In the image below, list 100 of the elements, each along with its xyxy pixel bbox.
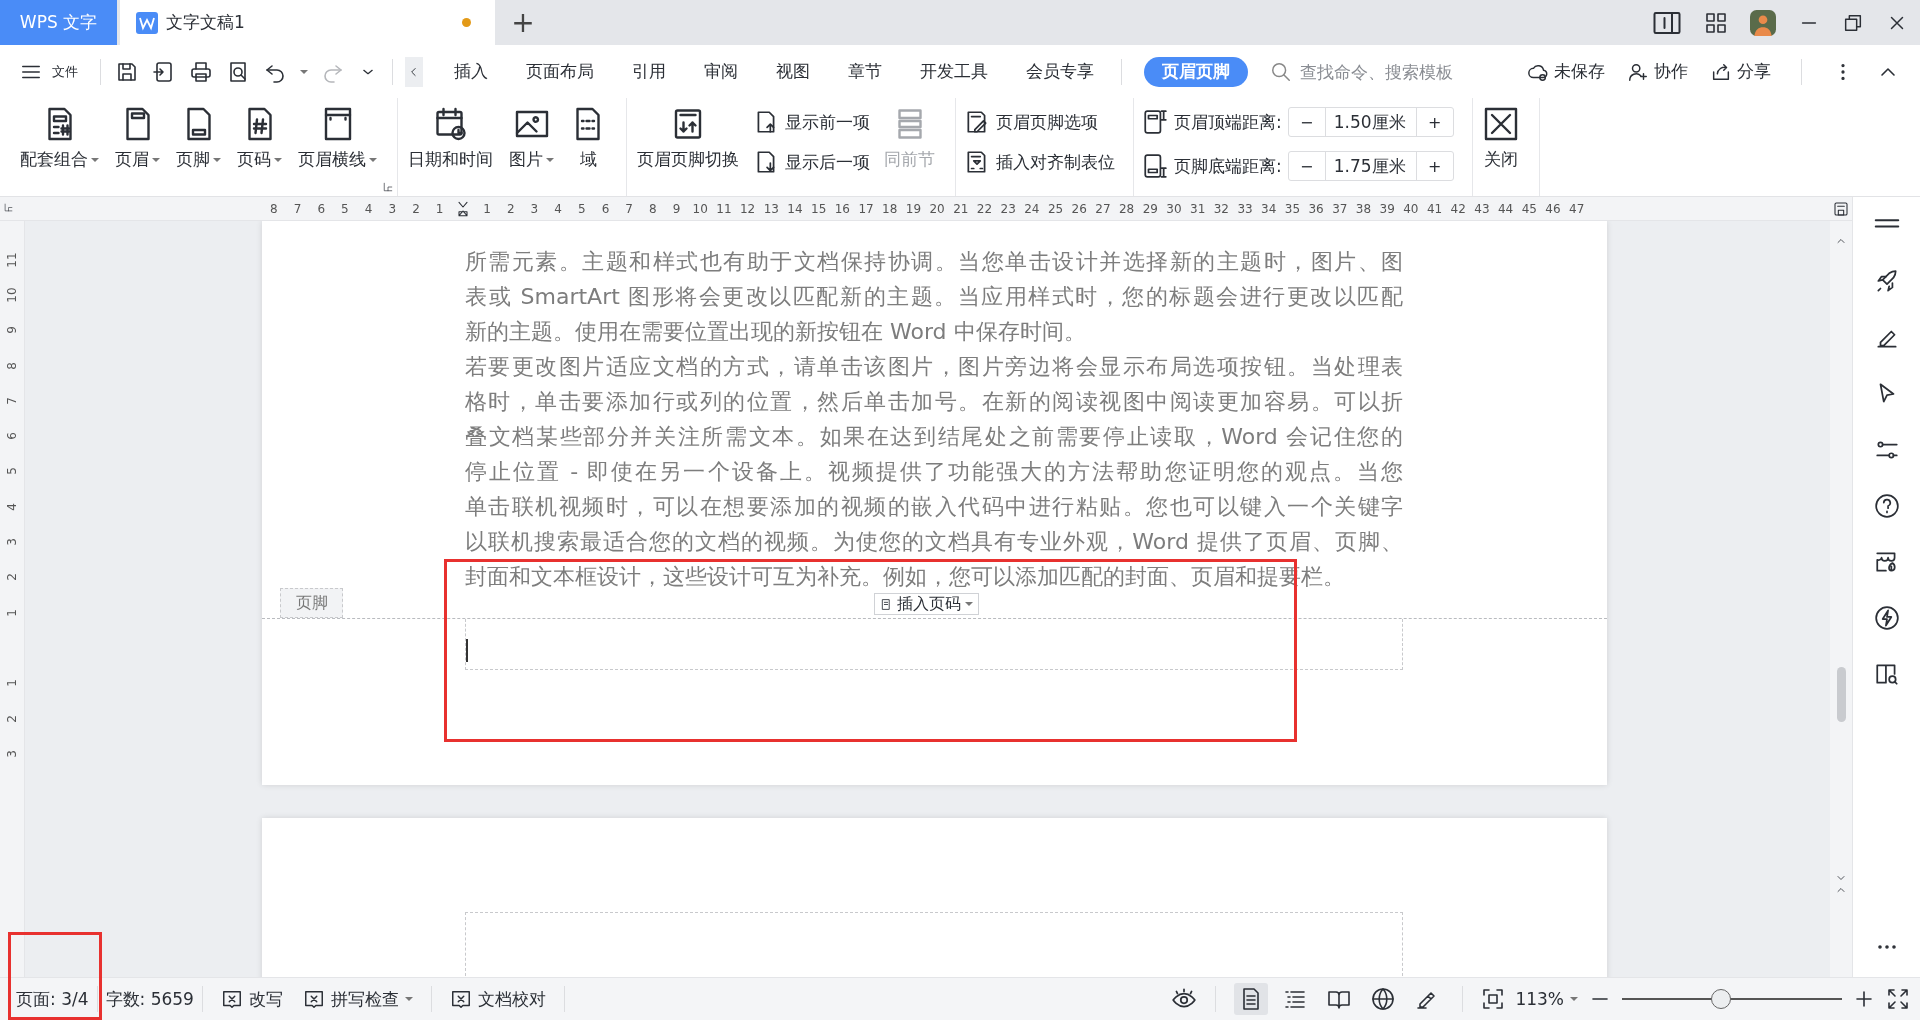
menu-tab[interactable]: 审阅 bbox=[685, 56, 757, 87]
spin-field[interactable]: − 1.50厘米 + bbox=[1287, 107, 1454, 137]
ruler-number: 6 bbox=[316, 201, 327, 216]
status-button[interactable]: 改写 bbox=[220, 987, 283, 1011]
ruler-number: 18 bbox=[881, 201, 899, 216]
ribbon-button[interactable]: 插入对齐制表位 bbox=[964, 146, 1115, 178]
spin-field[interactable]: − 1.75厘米 + bbox=[1287, 151, 1454, 181]
ribbon-button[interactable]: 配套组合 bbox=[14, 106, 105, 171]
split-view-icon[interactable] bbox=[1833, 200, 1849, 217]
help-icon[interactable] bbox=[1873, 493, 1900, 519]
menu-tab[interactable]: 引用 bbox=[613, 56, 685, 87]
ruler-number: 10 bbox=[691, 201, 709, 216]
ribbon-button[interactable]: 页眉 bbox=[109, 106, 166, 171]
ribbon-button[interactable]: 显示前一项 bbox=[753, 106, 870, 138]
ruler-number: 35 bbox=[1283, 201, 1302, 216]
ruler-number: 34 bbox=[1260, 201, 1278, 216]
toolbar-button[interactable]: 协作 bbox=[1627, 60, 1688, 83]
fit-page-icon[interactable] bbox=[1481, 987, 1506, 1011]
globe-icon bbox=[1371, 987, 1396, 1011]
value-field[interactable]: 1.50厘米 bbox=[1324, 108, 1417, 136]
caret-icon bbox=[213, 157, 221, 162]
ruler-number: 2 bbox=[411, 201, 421, 216]
decrement-button[interactable]: − bbox=[1288, 108, 1325, 136]
toolbar-button[interactable]: 分享 bbox=[1710, 60, 1771, 83]
ruler-number: 7 bbox=[292, 201, 303, 216]
file-menu[interactable]: 文件 bbox=[20, 60, 78, 83]
ruler-number: 6 bbox=[600, 201, 611, 216]
field-label: 页眉顶端距离: bbox=[1174, 110, 1282, 134]
close-icon bbox=[1482, 106, 1519, 142]
increment-button[interactable]: + bbox=[1416, 108, 1453, 136]
menu-tab[interactable]: 章节 bbox=[829, 56, 901, 87]
apps-icon[interactable] bbox=[1704, 10, 1728, 35]
ribbon-button[interactable]: 日期和时间 bbox=[402, 106, 499, 171]
ribbon-button[interactable]: 域 bbox=[564, 106, 612, 171]
scrollbar[interactable] bbox=[1830, 221, 1852, 977]
value-field[interactable]: 1.75厘米 bbox=[1324, 152, 1417, 180]
search-field[interactable]: 查找命令、搜索模板 bbox=[1270, 60, 1498, 83]
zoom-slider[interactable] bbox=[1622, 989, 1842, 1009]
reader-icon[interactable] bbox=[1873, 661, 1900, 687]
paragraph: 所需元素。主题和样式也有助于文档保持协调。当您单击设计并选择新的主题时，图片、图 表或 SmartArt 图形将会更改以匹配新的主题。当应用样式时，您的标题会进行更改以匹配 新的主题。使用在需要位置出现的新按钮在 Word 中保存时间。 bbox=[465, 248, 1403, 346]
ruler-number: 27 bbox=[1094, 201, 1112, 216]
ruler-number: 23 bbox=[999, 201, 1017, 216]
top-margin-icon bbox=[1142, 109, 1168, 135]
ruler-number: 31 bbox=[1189, 201, 1207, 216]
ribbon-button[interactable]: 显示后一项 bbox=[753, 146, 870, 178]
tab-stop-icon[interactable] bbox=[4, 203, 13, 212]
scroll-thumb[interactable] bbox=[1836, 667, 1846, 722]
ruler-number: 43 bbox=[1473, 201, 1491, 216]
ruler-number: 45 bbox=[1520, 201, 1538, 216]
bottom-margin-icon bbox=[1142, 153, 1168, 179]
status-button[interactable]: 拼写检查 bbox=[302, 987, 413, 1011]
ruler-number: 47 bbox=[1568, 201, 1586, 216]
ruler-number: 20 bbox=[928, 201, 946, 216]
text-cursor bbox=[466, 639, 468, 662]
caret-icon bbox=[1570, 997, 1578, 1001]
document-tab[interactable]: 文字文稿1 bbox=[120, 0, 495, 45]
ruler-number: 2 bbox=[5, 714, 19, 723]
caret-icon bbox=[300, 69, 308, 74]
menu-tab[interactable]: 开发工具 bbox=[901, 56, 1007, 87]
caret-icon bbox=[369, 157, 377, 162]
ruler-number: 26 bbox=[1070, 201, 1088, 216]
status-button[interactable]: 文档校对 bbox=[449, 987, 546, 1011]
ribbon-button[interactable]: 关闭 bbox=[1476, 106, 1525, 171]
ribbon-button[interactable]: 页眉页脚切换 bbox=[631, 106, 745, 171]
ruler-number: 7 bbox=[624, 201, 634, 216]
increment-button[interactable]: + bbox=[1416, 152, 1453, 180]
ribbon-button[interactable]: 页码 bbox=[231, 106, 288, 171]
menu-tab[interactable]: 视图 bbox=[757, 56, 829, 87]
ruler-number: 24 bbox=[1023, 201, 1041, 216]
disabled-icon bbox=[302, 988, 325, 1010]
menu-tab[interactable]: 插入 bbox=[435, 56, 507, 87]
slider-thumb[interactable] bbox=[1711, 989, 1731, 1009]
insert-page-number-button[interactable]: 插入页码 bbox=[874, 593, 979, 615]
ribbon-button[interactable]: 图片 bbox=[503, 106, 560, 171]
caret-icon bbox=[404, 997, 413, 1001]
ruler-number: 16 bbox=[833, 201, 851, 216]
ruler-number: 30 bbox=[1165, 201, 1183, 216]
caret-icon bbox=[91, 157, 99, 162]
print-icon[interactable] bbox=[189, 59, 213, 84]
ribbon-button[interactable]: 页眉页脚选项 bbox=[964, 106, 1115, 138]
menu-tab[interactable]: 会员专享 bbox=[1007, 56, 1113, 87]
zoom-dropdown[interactable]: 113% bbox=[1515, 989, 1578, 1009]
avatar-icon[interactable] bbox=[1750, 9, 1776, 36]
toolbar-button[interactable]: 未保存 bbox=[1527, 60, 1605, 83]
ribbon-button[interactable]: 页脚 bbox=[170, 106, 227, 171]
lightning-icon[interactable] bbox=[1873, 605, 1900, 631]
ruler-number: 3 bbox=[387, 201, 398, 216]
ruler-number: 28 bbox=[1117, 201, 1136, 216]
view-button[interactable] bbox=[1234, 983, 1269, 1015]
dialog-launcher-icon[interactable] bbox=[383, 182, 393, 192]
caret-icon bbox=[274, 157, 282, 162]
ruler-number: 7 bbox=[5, 397, 19, 405]
menu-tab[interactable]: 页面布局 bbox=[507, 56, 613, 87]
decrement-button[interactable]: − bbox=[1288, 152, 1325, 180]
caret-icon bbox=[152, 157, 160, 162]
footer-field[interactable] bbox=[465, 619, 1403, 670]
ruler-number: 4 bbox=[553, 201, 563, 216]
ribbon-button[interactable]: 页眉横线 bbox=[292, 106, 383, 171]
fullscreen-icon[interactable] bbox=[1886, 987, 1910, 1011]
new-tab-button[interactable]: + bbox=[495, 0, 551, 45]
